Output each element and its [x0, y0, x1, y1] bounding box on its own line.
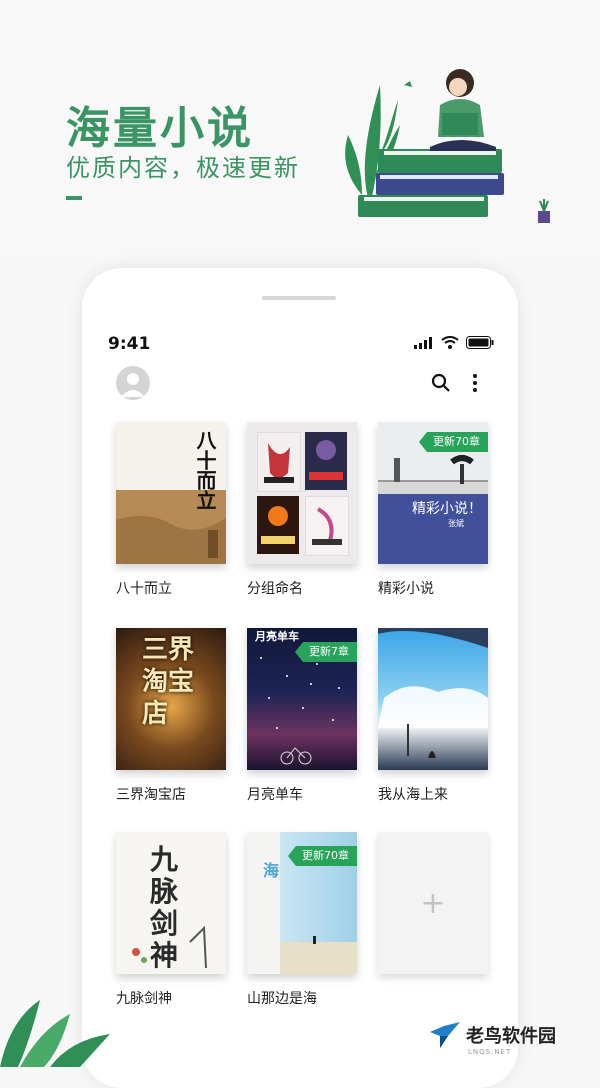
reading-girl-illustration	[345, 69, 550, 223]
promo-banner: 海量小说 优质内容，极速更新	[0, 0, 600, 260]
book-item[interactable]: 分组命名	[247, 422, 357, 597]
book-item[interactable]: 海 更新70章 山那边是海	[247, 832, 357, 1007]
watermark-sub: LNQS.NET	[468, 1048, 512, 1056]
group-cover	[257, 496, 299, 554]
update-badge: 更新70章	[288, 846, 357, 866]
speaker-notch	[262, 296, 336, 300]
promo-subtitle: 优质内容，极速更新	[66, 154, 300, 182]
book-title: 分组命名	[247, 581, 303, 597]
update-badge: 更新70章	[419, 432, 488, 452]
book-title: 八十而立	[116, 581, 172, 597]
book-item[interactable]: 精彩小说！ 张斌 更新70章 精彩小说	[378, 422, 488, 597]
phone-mockup: 9:41 八十而立 八十而立 分组命名 精彩小说！ 张斌 更新70章 精彩小说 …	[82, 268, 518, 1088]
cover-author: 张斌	[448, 519, 464, 528]
person-icon	[121, 373, 145, 397]
group-cover	[305, 496, 349, 556]
wifi-icon	[441, 336, 459, 349]
cover-title: 精彩小说！	[412, 501, 482, 517]
book-item[interactable]: 月亮单车 更新7章 月亮单车	[247, 628, 357, 803]
book-cover[interactable]	[247, 422, 357, 564]
group-cover	[305, 432, 347, 490]
update-badge: 更新7章	[295, 642, 357, 662]
book-item[interactable]: 九脉剑神 九脉剑神	[116, 832, 226, 1007]
book-title: 月亮单车	[247, 787, 303, 803]
book-item[interactable]: 八十而立 八十而立	[116, 422, 226, 597]
leaves-decoration	[0, 1000, 110, 1067]
plus-icon: +	[420, 885, 446, 921]
book-cover[interactable]	[378, 628, 488, 770]
book-title: 我从海上来	[378, 787, 448, 803]
user-avatar-icon[interactable]	[116, 366, 150, 400]
book-title: 精彩小说	[378, 581, 434, 597]
book-title: 三界淘宝店	[116, 787, 186, 803]
more-vertical-icon[interactable]	[468, 372, 482, 394]
book-cover[interactable]: 九脉剑神	[116, 832, 226, 974]
battery-icon	[466, 336, 494, 349]
signal-icon	[414, 336, 432, 349]
status-time: 9:41	[108, 334, 151, 354]
book-cover[interactable]: 八十而立	[116, 422, 226, 564]
book-item[interactable]: 三界淘宝店 三界淘宝店	[116, 628, 226, 803]
book-title: 山那边是海	[247, 991, 317, 1007]
bird-logo-icon	[430, 1022, 460, 1048]
search-icon[interactable]	[430, 372, 452, 394]
book-cover[interactable]: 月亮单车 更新7章	[247, 628, 357, 770]
add-book-button[interactable]: +	[378, 832, 488, 974]
book-cover[interactable]: 精彩小说！ 张斌 更新70章	[378, 422, 488, 564]
promo-divider	[66, 196, 82, 200]
watermark-text: 老鸟软件园	[466, 1026, 556, 1047]
watermark: 老鸟软件园 LNQS.NET	[430, 1022, 556, 1056]
cover-title: 九脉剑神	[150, 843, 179, 972]
add-book-item[interactable]: +	[378, 832, 488, 974]
cover-art	[378, 628, 488, 758]
group-cover	[257, 432, 301, 492]
book-cover[interactable]: 三界淘宝店	[116, 628, 226, 770]
promo-title: 海量小说	[66, 103, 254, 154]
cover-title: 三界淘宝店	[142, 635, 195, 729]
cover-art	[116, 515, 226, 564]
status-icons	[414, 336, 494, 349]
book-cover[interactable]: 海 更新70章	[247, 832, 357, 974]
book-item[interactable]: 我从海上来	[378, 628, 488, 803]
